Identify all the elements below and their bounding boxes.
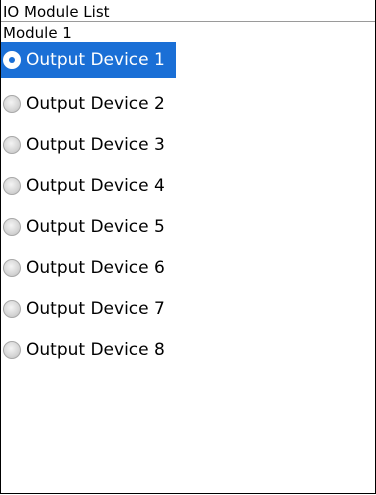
- radio-unselected-icon[interactable]: [3, 299, 21, 318]
- module-label: Module 1: [3, 24, 72, 42]
- device-option-3[interactable]: Output Device 3: [1, 124, 176, 165]
- radio-unselected-icon[interactable]: [3, 340, 21, 359]
- device-option-label: Output Device 4: [26, 175, 165, 196]
- device-option-label: Output Device 5: [26, 216, 165, 237]
- device-option-label: Output Device 8: [26, 339, 165, 360]
- device-option-label: Output Device 3: [26, 134, 165, 155]
- device-option-6[interactable]: Output Device 6: [1, 247, 176, 288]
- device-option-2[interactable]: Output Device 2: [1, 83, 176, 124]
- device-radio-list: Output Device 1 Output Device 2 Output D…: [1, 42, 375, 370]
- radio-unselected-icon[interactable]: [3, 94, 21, 113]
- screen-title: IO Module List: [1, 0, 375, 22]
- device-option-1[interactable]: Output Device 1: [1, 42, 176, 78]
- device-option-label: Output Device 6: [26, 257, 165, 278]
- device-option-5[interactable]: Output Device 5: [1, 206, 176, 247]
- radio-unselected-icon[interactable]: [3, 217, 21, 236]
- device-option-label: Output Device 7: [26, 298, 165, 319]
- radio-unselected-icon[interactable]: [3, 135, 21, 154]
- device-option-8[interactable]: Output Device 8: [1, 329, 176, 370]
- device-option-label: Output Device 2: [26, 93, 165, 114]
- radio-unselected-icon[interactable]: [3, 258, 21, 277]
- screen-frame: IO Module List Module 1 Output Device 1 …: [0, 0, 376, 494]
- device-option-label: Output Device 1: [26, 50, 165, 70]
- radio-selected-icon[interactable]: [3, 51, 21, 69]
- device-option-7[interactable]: Output Device 7: [1, 288, 176, 329]
- device-option-4[interactable]: Output Device 4: [1, 165, 176, 206]
- radio-unselected-icon[interactable]: [3, 176, 21, 195]
